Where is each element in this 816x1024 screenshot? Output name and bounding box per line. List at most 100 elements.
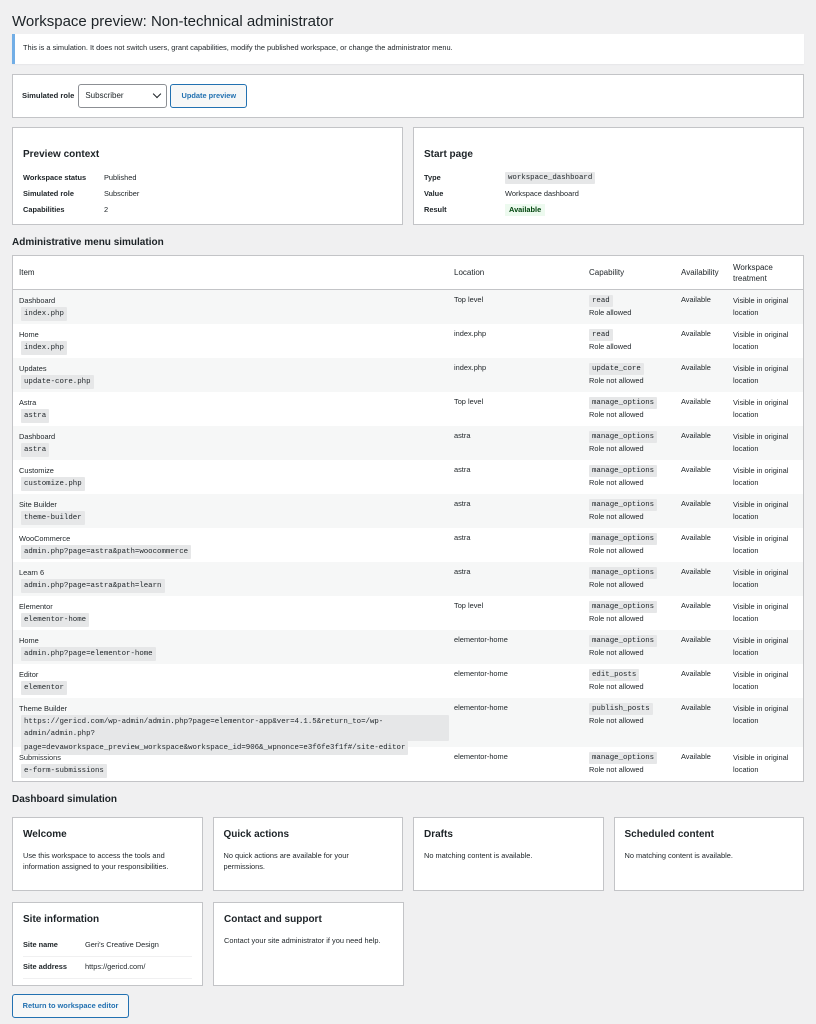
- capability-code: manage_options: [589, 533, 658, 546]
- menu-item-name: WooCommerce: [19, 534, 71, 543]
- simulated-role-value: Subscriber: [85, 91, 124, 101]
- site-address-label: Site address: [23, 962, 67, 972]
- start-page-type: workspace_dashboard: [505, 171, 596, 185]
- drafts-title: Drafts: [424, 829, 453, 840]
- cell-location: Top level: [454, 397, 484, 406]
- site-information-title: Site information: [23, 914, 100, 925]
- notice-text: This is a simulation. It does not switch…: [23, 43, 453, 52]
- cell-item: Dashboard index.php: [13, 295, 449, 321]
- table-row: Submissions e-form-submissions elementor-h…: [13, 747, 803, 781]
- table-row: Editor elementor elementor-home edit_posts R…: [13, 664, 803, 698]
- start-page-key: Type: [424, 172, 441, 182]
- role-selector-bar: Simulated role Subscriber Update preview: [12, 74, 804, 118]
- return-to-editor-button[interactable]: Return to workspace editor: [12, 994, 129, 1018]
- cell-capability: manage_options Role not allowed: [584, 431, 676, 455]
- cell-availability: Available: [681, 363, 711, 372]
- cell-capability: edit_posts Role not allowed: [584, 669, 676, 693]
- start-page-row: Result Available: [424, 202, 793, 218]
- start-page-key: Value: [424, 188, 444, 198]
- cell-treatment: Visible in original location: [733, 500, 789, 521]
- menu-item-slug: elementor: [21, 681, 67, 695]
- update-preview-button[interactable]: Update preview: [170, 84, 248, 108]
- role-status: Role not allowed: [589, 716, 644, 726]
- cell-item: Home index.php: [13, 329, 449, 355]
- capability-code: read: [589, 295, 613, 308]
- menu-item-slug: index.php: [21, 307, 67, 321]
- drafts-card: Drafts No matching content is available.: [413, 817, 604, 891]
- menu-item-name: Customize: [19, 466, 54, 475]
- menu-item-name: Home: [19, 636, 39, 645]
- role-status: Role not allowed: [589, 410, 644, 420]
- cell-item: Dashboard astra: [13, 431, 449, 457]
- table-row: Site Builder theme-builder astra manage_opt…: [13, 494, 803, 528]
- menu-item-slug: astra: [21, 409, 50, 423]
- role-status: Role allowed: [589, 342, 632, 352]
- role-status: Role not allowed: [589, 444, 644, 454]
- role-status: Role not allowed: [589, 648, 644, 658]
- menu-item-name: Astra: [19, 398, 37, 407]
- cell-item: Home admin.php?page=elementor-home: [13, 635, 449, 661]
- simulated-role-select[interactable]: Subscriber: [78, 84, 168, 108]
- contact-title: Contact and support: [224, 914, 322, 925]
- role-status: Role not allowed: [589, 512, 644, 522]
- menu-item-slug: index.php: [21, 341, 67, 355]
- cell-treatment: Visible in original location: [733, 534, 789, 555]
- cell-capability: manage_options Role not allowed: [584, 465, 676, 489]
- cell-item: Customize customize.php: [13, 465, 449, 491]
- table-row: Astra astra Top level manage_options Role no…: [13, 392, 803, 426]
- menu-item-slug: admin.php?page=astra&path=woocommerce: [21, 545, 192, 559]
- menu-item-slug: admin.php?page=astra&path=learn: [21, 579, 165, 593]
- cell-item: Updates update-core.php: [13, 363, 449, 389]
- cell-treatment: Visible in original location: [733, 704, 789, 725]
- menu-item-name: Site Builder: [19, 500, 57, 509]
- cell-availability: Available: [681, 465, 711, 474]
- site-info-row: Site address https://gericd.com/: [23, 957, 192, 979]
- cell-location: elementor-home: [454, 703, 508, 712]
- capability-code: manage_options: [589, 567, 658, 580]
- capability-code: update_core: [589, 363, 644, 376]
- cell-capability: read Role allowed: [584, 295, 676, 319]
- role-status: Role not allowed: [589, 765, 644, 775]
- cell-item: Learn 6 admin.php?page=astra&path=learn: [13, 567, 449, 593]
- menu-item-name: Editor: [19, 670, 39, 679]
- context-row: Capabilities 2: [23, 202, 392, 218]
- menu-item-name: Learn 6: [19, 568, 45, 577]
- cell-location: elementor-home: [454, 669, 508, 678]
- menu-item-name: Dashboard: [19, 296, 56, 305]
- start-page-key: Result: [424, 204, 447, 214]
- cell-treatment: Visible in original location: [733, 753, 789, 774]
- contact-text: Contact your site administrator if you n…: [224, 936, 381, 945]
- cell-treatment: Visible in original location: [733, 602, 789, 623]
- capability-code: publish_posts: [589, 703, 653, 716]
- cell-treatment: Visible in original location: [733, 568, 789, 589]
- cell-location: index.php: [454, 363, 487, 372]
- menu-item-name: Theme Builder: [19, 704, 68, 713]
- cell-treatment: Visible in original location: [733, 330, 789, 351]
- cell-capability: publish_posts Role not allowed: [584, 703, 676, 727]
- capability-code: manage_options: [589, 752, 658, 765]
- capability-code: manage_options: [589, 431, 658, 444]
- capability-code: read: [589, 329, 613, 342]
- menu-item-name: Submissions: [19, 753, 61, 762]
- preview-context-title: Preview context: [23, 149, 100, 160]
- cell-item: Editor elementor: [13, 669, 449, 695]
- table-row: Dashboard index.php Top level read Role allo…: [13, 290, 803, 324]
- welcome-text: Use this workspace to access the tools a…: [23, 851, 169, 872]
- preview-context-card: Preview context Workspace status Publish…: [12, 127, 403, 225]
- context-value: 2: [104, 204, 109, 214]
- simulated-role-label: Simulated role: [22, 90, 75, 100]
- menu-item-name: Dashboard: [19, 432, 56, 441]
- context-key: Simulated role: [23, 188, 74, 198]
- cell-availability: Available: [681, 601, 711, 610]
- header-location: Location: [454, 267, 485, 277]
- drafts-text: No matching content is available.: [424, 851, 533, 860]
- menu-item-slug: elementor-home: [21, 613, 90, 627]
- menu-item-slug: theme-builder: [21, 511, 85, 525]
- cell-availability: Available: [681, 669, 711, 678]
- cell-location: astra: [454, 567, 471, 576]
- contact-support-card: Contact and support Contact your site ad…: [213, 902, 404, 986]
- start-page-row: Value Workspace dashboard: [424, 186, 793, 202]
- capability-code: manage_options: [589, 397, 658, 410]
- cell-location: astra: [454, 533, 471, 542]
- cell-location: index.php: [454, 329, 487, 338]
